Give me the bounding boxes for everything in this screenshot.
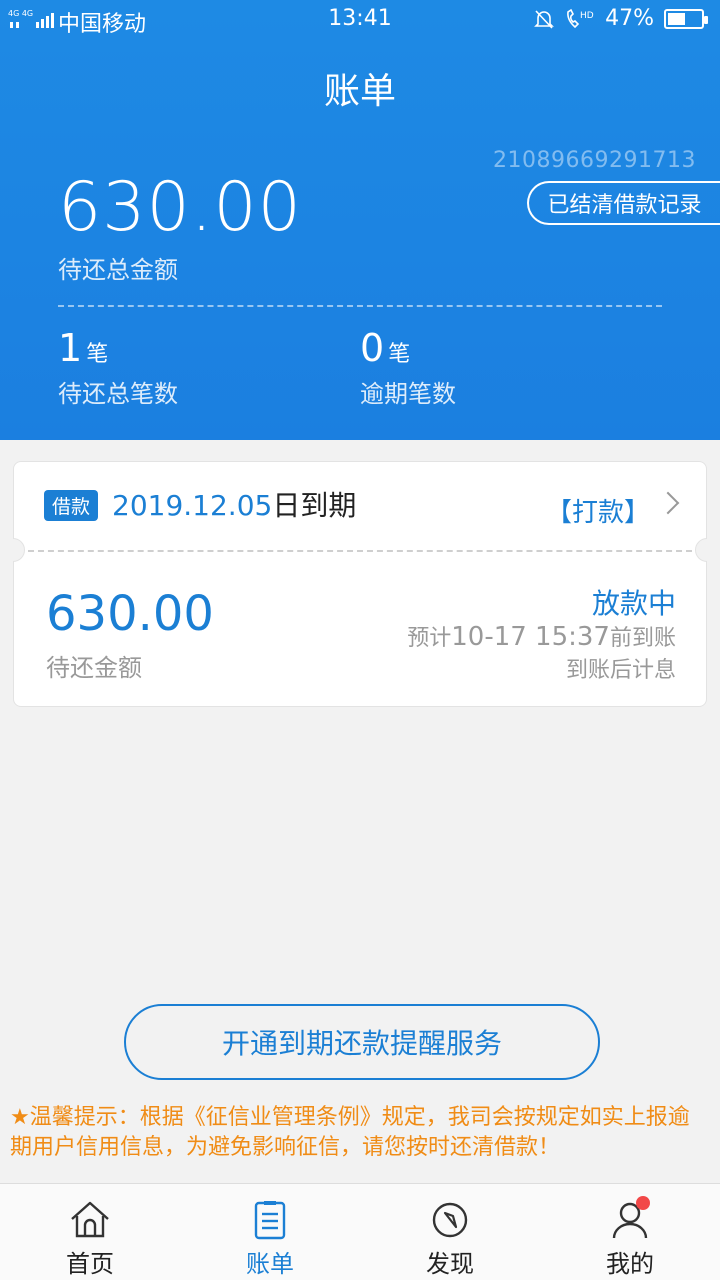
loan-id: 21089669291713: [493, 148, 696, 173]
pending-count-value: 1: [58, 326, 83, 370]
eta-text: 预计10-17 15:37前到账: [407, 620, 676, 652]
tab-mine[interactable]: 我的: [540, 1184, 720, 1280]
eta-time: 10-17 15:37: [451, 622, 610, 652]
pending-count-label: 待还总笔数: [58, 380, 178, 408]
card-notch-right: [695, 538, 707, 562]
home-icon: [71, 1201, 109, 1238]
due-date: 2019.12.05日到期: [112, 484, 356, 524]
battery-percent: 47%: [605, 6, 654, 31]
loan-card-header[interactable]: 借款 2019.12.05日到期 【打款】: [14, 462, 706, 550]
page-title: 账单: [323, 71, 396, 112]
mute-bell-icon: [534, 9, 555, 29]
tab-discover[interactable]: 发现: [360, 1184, 540, 1280]
header: 4G 4G 中国移动 13:41 HD 47% 账单 2108966929171…: [0, 0, 720, 440]
total-amount-label: 待还总金额: [58, 256, 178, 284]
eta-prefix: 预计: [407, 626, 452, 651]
overdue-count-label: 逾期笔数: [360, 380, 456, 408]
loan-amount-label: 待还金额: [46, 654, 142, 682]
hd-call-icon: HD: [567, 8, 594, 28]
bill-icon: [254, 1201, 286, 1240]
total-amount: 630.00: [58, 168, 302, 247]
chevron-right-icon[interactable]: [656, 491, 680, 515]
tab-discover-label: 发现: [426, 1250, 474, 1278]
loan-tag: 借款: [44, 490, 99, 521]
tab-home[interactable]: 首页: [0, 1184, 180, 1280]
warning-tip: ★温馨提示：根据《征信业管理条例》规定，我司会按规定如实上报逾期用户信用信息，为…: [10, 1105, 690, 1160]
tab-mine-label: 我的: [606, 1250, 654, 1278]
tab-home-label: 首页: [66, 1250, 114, 1278]
status-right: HD 47%: [533, 6, 708, 31]
bottom-tab-bar: 首页 账单 发现 我的: [0, 1183, 720, 1280]
eta-suffix: 前到账: [609, 626, 676, 651]
status-bar: 4G 4G 中国移动 13:41 HD 47%: [0, 0, 720, 40]
divider: [58, 305, 662, 307]
card-notch-left: [13, 538, 25, 562]
tab-bill[interactable]: 账单: [180, 1184, 360, 1280]
loan-card[interactable]: 借款 2019.12.05日到期 【打款】 630.00 待还金额 放款中 预计…: [13, 461, 707, 707]
due-date-suffix: 日到期: [272, 489, 357, 522]
loan-amount: 630.00: [46, 586, 214, 642]
overdue-count: 0笔 逾期笔数: [360, 326, 456, 409]
pay-action[interactable]: 【打款】: [546, 492, 650, 529]
compass-icon: [432, 1202, 468, 1238]
battery-icon: [664, 8, 708, 29]
loan-status: 放款中: [591, 587, 676, 620]
pending-count: 1笔 待还总笔数: [58, 326, 178, 409]
pending-count-unit: 笔: [86, 342, 109, 367]
card-divider: [28, 550, 692, 552]
overdue-count-unit: 笔: [388, 342, 411, 367]
repayment-reminder-button[interactable]: 开通到期还款提醒服务: [124, 1004, 600, 1080]
interest-note: 到账后计息: [565, 658, 676, 683]
due-date-value: 2019.12.05: [112, 489, 273, 522]
notification-dot: [636, 1196, 650, 1210]
settled-records-button[interactable]: 已结清借款记录: [527, 181, 720, 225]
overdue-count-value: 0: [360, 326, 385, 370]
svg-text:HD: HD: [580, 11, 594, 21]
tab-bill-label: 账单: [246, 1250, 294, 1278]
